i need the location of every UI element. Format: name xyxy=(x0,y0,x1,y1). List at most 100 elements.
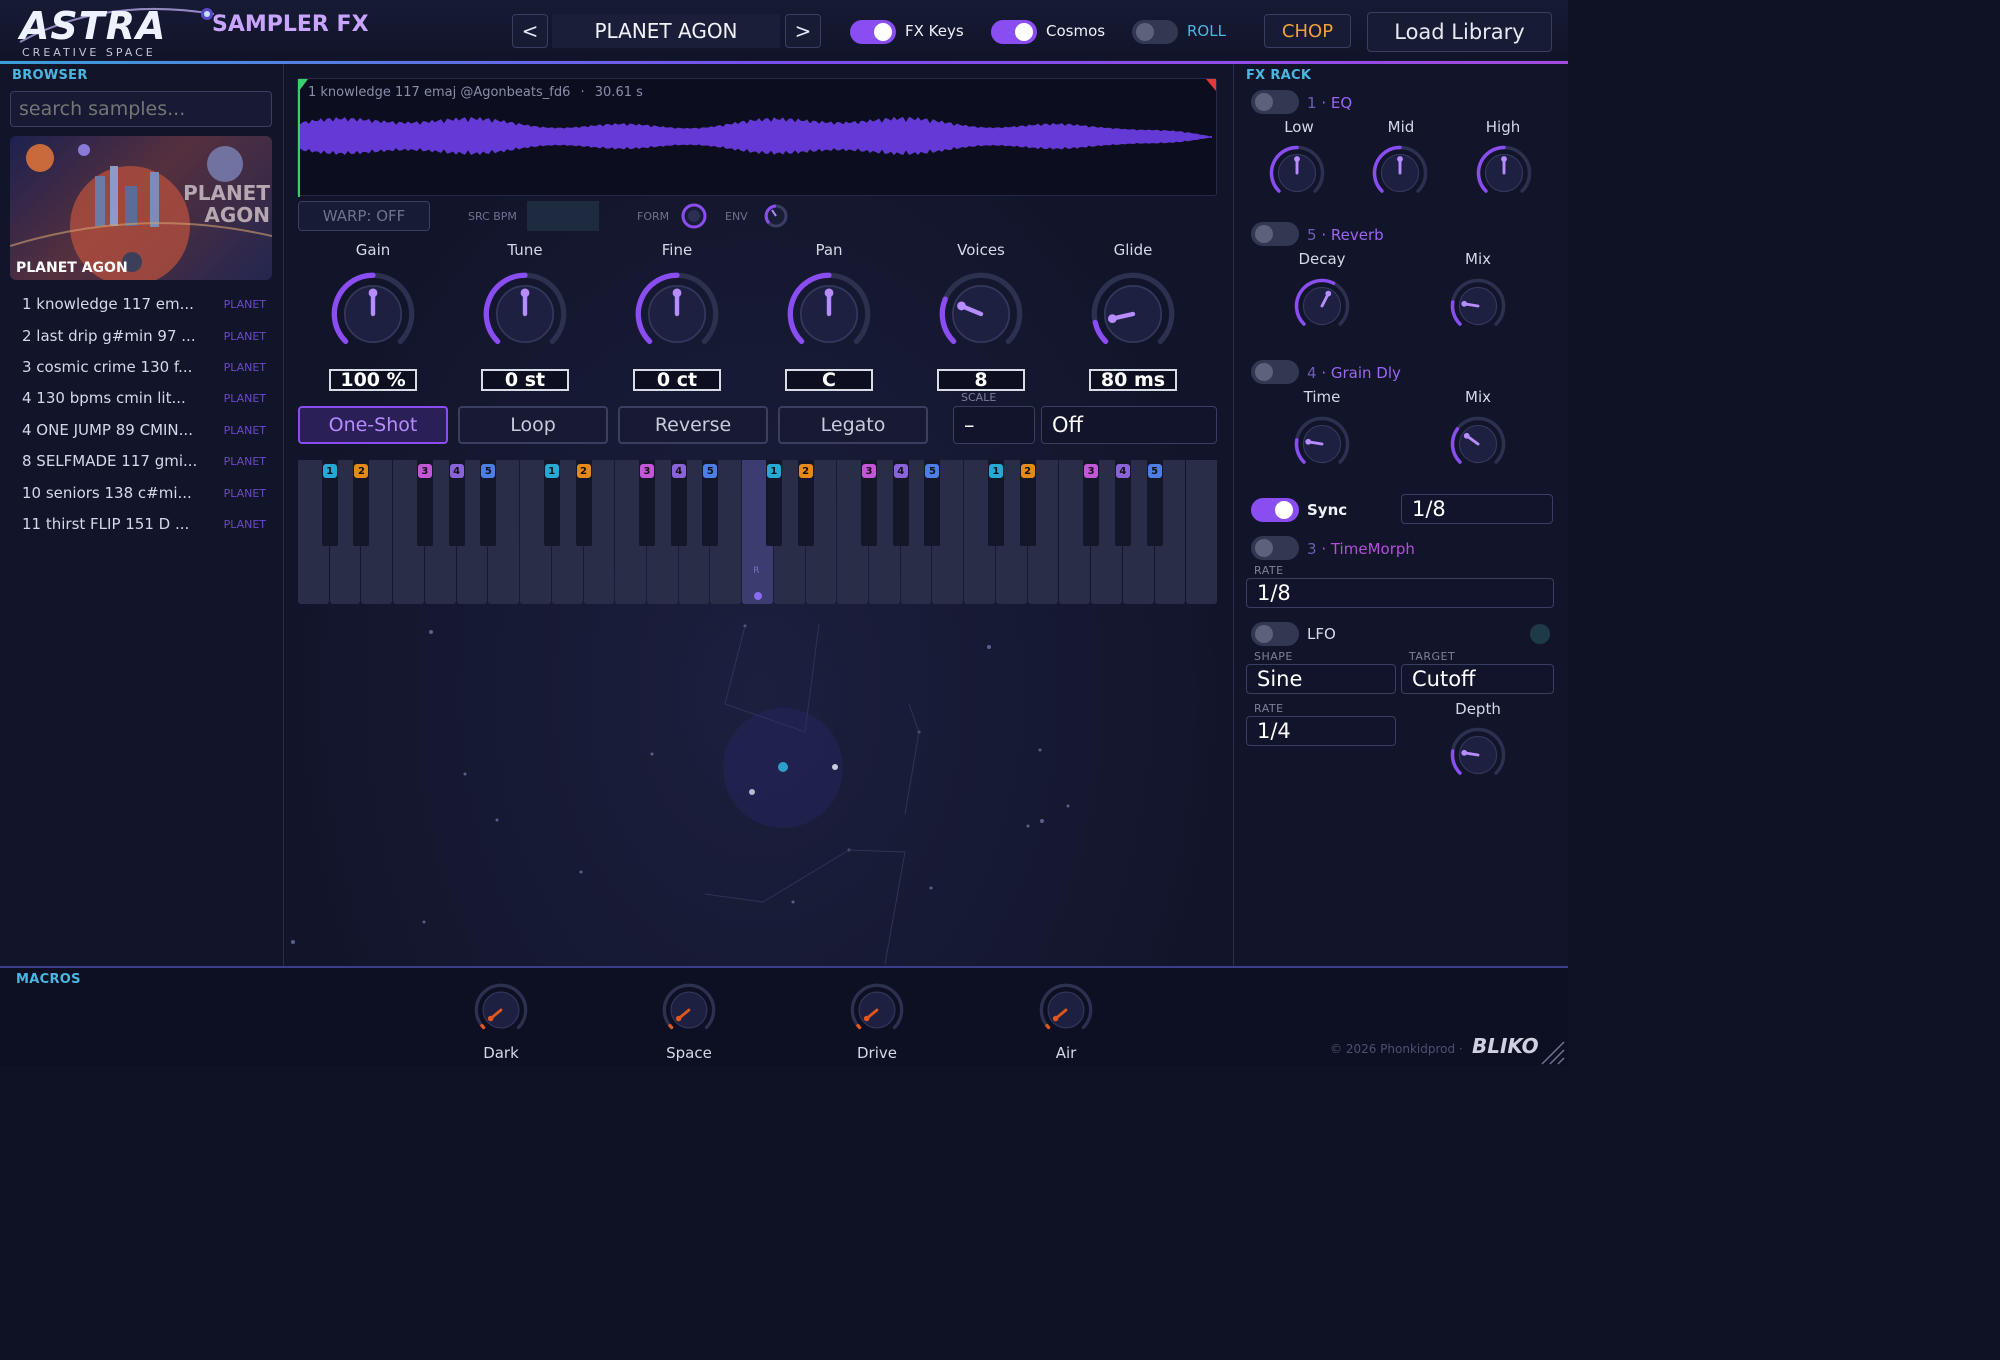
fx-rack-panel: FX RACK 1 · EQ Low Mid High 5 · Reverb D… xyxy=(1233,64,1568,966)
grain-mix-knob[interactable] xyxy=(1449,415,1507,473)
reverb-mix-knob[interactable] xyxy=(1449,277,1507,335)
sync-toggle[interactable] xyxy=(1251,498,1299,522)
cosmos-label: Cosmos xyxy=(1046,22,1106,40)
sync-division-select[interactable]: 1/8 xyxy=(1401,494,1553,524)
list-item[interactable]: 10 seniors 138 c#mi... PLANET xyxy=(10,479,272,507)
value-glide[interactable]: 80 ms xyxy=(1089,369,1177,391)
value-fine[interactable]: 0 ct xyxy=(633,369,721,391)
cosmos-toggle[interactable] xyxy=(991,20,1037,44)
macro-knob-air[interactable] xyxy=(1038,982,1094,1038)
sample-name: 2 last drip g#min 97 ... xyxy=(22,327,196,345)
lfo-toggle[interactable] xyxy=(1251,622,1299,646)
timemorph-title: 3 · TimeMorph xyxy=(1307,540,1415,558)
list-item[interactable]: 4 130 bpms cmin lit... PLANET xyxy=(10,384,272,412)
slot-badge: 4 xyxy=(671,464,686,478)
cover-art[interactable]: PLANET AGON PLANET AGON xyxy=(10,136,272,280)
fx-keys-toggle[interactable] xyxy=(850,20,896,44)
loop-button[interactable]: Loop xyxy=(458,406,608,444)
slot-badge: 5 xyxy=(1147,464,1162,478)
scale-mode-select[interactable]: Off xyxy=(1041,406,1217,444)
knob-label-gain: Gain xyxy=(355,241,391,259)
search-input[interactable] xyxy=(10,91,272,127)
warp-button[interactable]: WARP: OFF xyxy=(298,201,430,231)
slot-badge: 2 xyxy=(576,464,591,478)
reverb-decay-knob[interactable] xyxy=(1293,277,1351,335)
slot-badge: 1 xyxy=(766,464,781,478)
macro-knob-space[interactable] xyxy=(661,982,717,1038)
waveform-display[interactable]: 1 knowledge 117 emaj @Agonbeats_fd6 · 30… xyxy=(297,78,1217,197)
white-key[interactable] xyxy=(1186,460,1217,604)
next-preset-button[interactable]: > xyxy=(785,14,821,48)
list-item[interactable]: 1 knowledge 117 em... PLANET xyxy=(10,290,272,318)
knob-tune[interactable] xyxy=(481,270,569,358)
macro-knob-drive[interactable] xyxy=(849,982,905,1038)
root-key-label: R xyxy=(753,566,760,576)
src-bpm-field[interactable] xyxy=(527,201,599,231)
slot-badge: 2 xyxy=(798,464,813,478)
knob-gain[interactable] xyxy=(329,270,417,358)
eq-toggle[interactable] xyxy=(1251,90,1299,114)
lfo-target-select[interactable]: Cutoff xyxy=(1401,664,1554,694)
roll-toggle[interactable] xyxy=(1132,20,1178,44)
preset-name[interactable]: PLANET AGON xyxy=(552,14,780,48)
reverb-toggle[interactable] xyxy=(1251,222,1299,246)
slot-badge: 2 xyxy=(354,464,369,478)
env-knob[interactable] xyxy=(763,203,789,229)
sample-tag: PLANET xyxy=(223,391,266,405)
value-gain[interactable]: 100 % xyxy=(329,369,417,391)
roll-label: ROLL xyxy=(1187,22,1226,40)
grain-delay-name: Grain Dly xyxy=(1330,364,1401,382)
piano-keyboard[interactable]: 1 2 3 4 5 1 2 3 4 5 1 2 3 4 5 1 2 3 4 5 R xyxy=(298,460,1218,604)
macro-knob-dark[interactable] xyxy=(473,982,529,1038)
reverse-button[interactable]: Reverse xyxy=(618,406,768,444)
grain-delay-number: 4 xyxy=(1307,364,1317,382)
scale-label: SCALE xyxy=(961,391,997,404)
legato-button[interactable]: Legato xyxy=(778,406,928,444)
form-label: FORM xyxy=(637,210,670,223)
slot-badge: 5 xyxy=(925,464,940,478)
list-item[interactable]: 8 SELFMADE 117 gmi... PLANET xyxy=(10,447,272,475)
knob-fine[interactable] xyxy=(633,270,721,358)
grain-time-knob[interactable] xyxy=(1293,415,1351,473)
lfo-shape-select[interactable]: Sine xyxy=(1246,664,1396,694)
eq-high-label: High xyxy=(1485,118,1521,136)
chop-button[interactable]: CHOP xyxy=(1264,14,1351,48)
slot-badge: 3 xyxy=(1084,464,1099,478)
lfo-depth-label: Depth xyxy=(1455,700,1501,718)
knob-label-glide: Glide xyxy=(1113,241,1153,259)
eq-mid-knob[interactable] xyxy=(1371,144,1429,202)
knob-label-pan: Pan xyxy=(815,241,843,259)
one-shot-button[interactable]: One-Shot xyxy=(298,406,448,444)
knob-pan[interactable] xyxy=(785,270,873,358)
src-bpm-label: SRC BPM xyxy=(468,210,517,223)
lfo-depth-knob[interactable] xyxy=(1449,726,1507,784)
knob-voices[interactable] xyxy=(937,270,1025,358)
lfo-target-label: TARGET xyxy=(1409,650,1456,663)
list-item[interactable]: 3 cosmic crime 130 f... PLANET xyxy=(10,353,272,381)
grain-delay-toggle[interactable] xyxy=(1251,360,1299,384)
list-item[interactable]: 11 thirst FLIP 151 D ... PLANET xyxy=(10,510,272,538)
list-item[interactable]: 4 ONE JUMP 89 CMIN... PLANET xyxy=(10,416,272,444)
list-item[interactable]: 2 last drip g#min 97 ... PLANET xyxy=(10,322,272,350)
scale-root-select[interactable]: – xyxy=(953,406,1035,444)
grain-time-label: Time xyxy=(1303,388,1341,406)
knob-glide[interactable] xyxy=(1089,270,1177,358)
timemorph-rate-select[interactable]: 1/8 xyxy=(1246,578,1554,608)
eq-high-knob[interactable] xyxy=(1475,144,1533,202)
value-voices[interactable]: 8 xyxy=(937,369,1025,391)
load-library-button[interactable]: Load Library xyxy=(1367,12,1552,52)
form-knob[interactable] xyxy=(680,202,708,230)
browser-title: BROWSER xyxy=(12,68,88,83)
value-pan[interactable]: C xyxy=(785,369,873,391)
astra-logo: ASTRA CREATIVE SPACE xyxy=(14,2,214,60)
resize-grip-icon[interactable] xyxy=(1538,1038,1566,1066)
timemorph-toggle[interactable] xyxy=(1251,536,1299,560)
lfo-rate-select[interactable]: 1/4 xyxy=(1246,716,1396,746)
value-tune[interactable]: 0 st xyxy=(481,369,569,391)
slot-badge: 1 xyxy=(988,464,1003,478)
sample-name: 11 thirst FLIP 151 D ... xyxy=(22,515,190,533)
prev-preset-button[interactable]: < xyxy=(512,14,548,48)
eq-low-knob[interactable] xyxy=(1268,144,1326,202)
sample-name: 3 cosmic crime 130 f... xyxy=(22,358,193,376)
timemorph-number: 3 xyxy=(1307,540,1317,558)
